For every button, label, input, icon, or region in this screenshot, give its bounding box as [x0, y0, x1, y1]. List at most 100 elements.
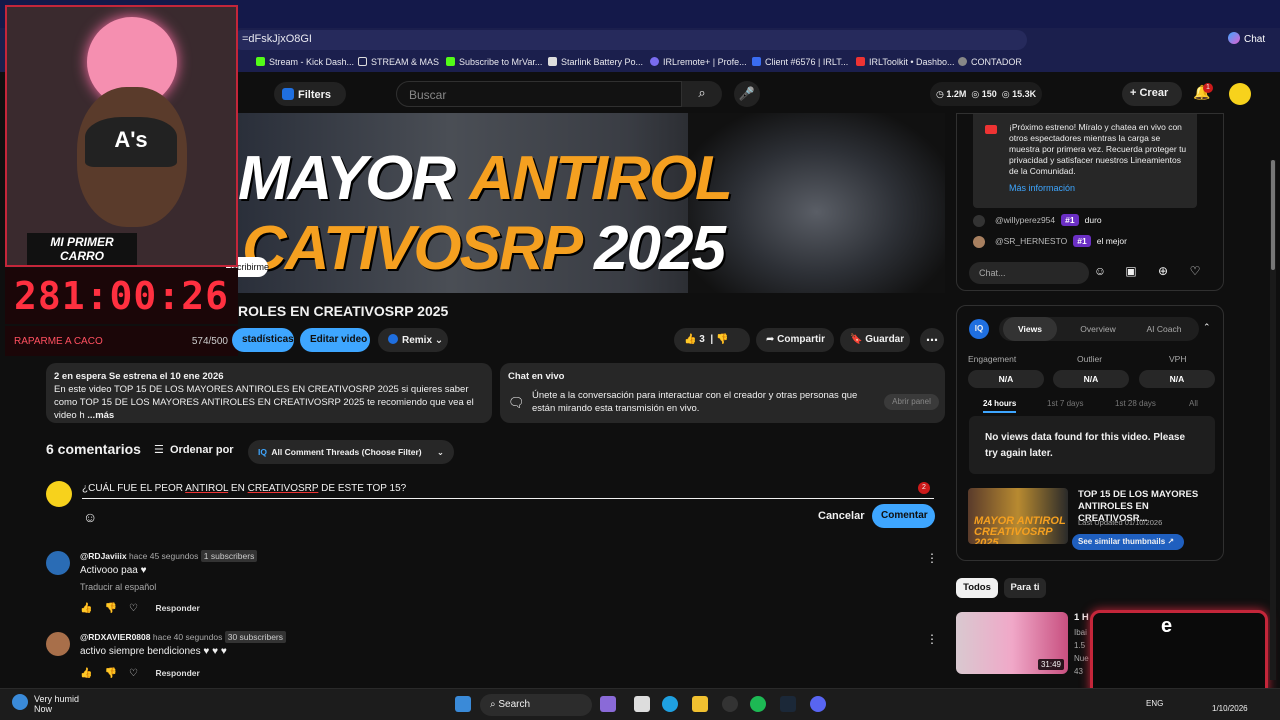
chat-input[interactable]: Chat...: [969, 262, 1089, 284]
chat-bubble-icon: 🗨: [508, 395, 525, 410]
bookmark-item[interactable]: Subscribe to MrVar...: [446, 57, 542, 67]
range-all[interactable]: All: [1189, 399, 1198, 408]
thumbs-down-icon[interactable]: 👎: [104, 668, 116, 679]
bookmark-item[interactable]: CONTADOR: [958, 57, 1022, 67]
thumbs-up-icon[interactable]: 👍: [80, 668, 92, 679]
range-7d[interactable]: 1st 7 days: [1047, 399, 1083, 408]
sort-icon: ☰: [154, 444, 164, 456]
subscriber-badge: 1 subscribers: [200, 550, 258, 562]
bookmark-icon: [446, 57, 455, 66]
filters-button[interactable]: Filters: [274, 82, 346, 106]
translate-link[interactable]: Traducir al español: [80, 582, 156, 592]
share-button[interactable]: ➦ Compartir: [756, 328, 834, 352]
comment-button[interactable]: Comentar: [872, 504, 935, 528]
folder-icon[interactable]: [692, 696, 708, 712]
more-link[interactable]: ...más: [87, 410, 114, 421]
avatar[interactable]: [46, 551, 70, 575]
tab-overview[interactable]: Overview: [1069, 317, 1127, 341]
browser-chat-button[interactable]: Chat: [1228, 32, 1265, 45]
metric-vph: VPH N/A: [1139, 354, 1215, 388]
task-view-icon[interactable]: [634, 696, 650, 712]
comment-author[interactable]: @RDJaviiix: [80, 551, 127, 561]
comment-author[interactable]: @RDXAVIER0808: [80, 632, 151, 642]
bookmark-item[interactable]: Stream - Kick Dash...: [256, 57, 354, 67]
address-bar[interactable]: =dFskJjxO8GI: [232, 30, 1027, 50]
comment-text: Activooo paa ♥: [80, 565, 147, 576]
chip-para-ti[interactable]: Para ti: [1004, 578, 1046, 598]
recommended-title[interactable]: 1 H: [1074, 612, 1089, 623]
like-dislike-group[interactable]: 👍 3 | 👎: [674, 328, 750, 352]
bookmark-item[interactable]: Starlink Battery Po...: [548, 57, 643, 67]
more-icon: ⋯: [926, 333, 938, 347]
range-24h[interactable]: 24 hours: [983, 399, 1017, 413]
bookmark-icon: [958, 57, 967, 66]
heart-icon[interactable]: ♡: [129, 668, 138, 679]
heart-icon[interactable]: ♡: [1186, 264, 1204, 282]
tab-ai-coach[interactable]: AI Coach: [1135, 317, 1193, 341]
bookmark-item[interactable]: IRLToolkit • Dashbo...: [856, 57, 955, 67]
metric-engagement: Engagement N/A: [968, 354, 1044, 388]
recommended-thumbnail[interactable]: 31:49: [956, 612, 1068, 674]
system-tray[interactable]: ENG: [1146, 699, 1163, 708]
description-box[interactable]: 2 en espera Se estrena el 10 ene 2026 En…: [46, 363, 492, 423]
reply-button[interactable]: Responder: [155, 668, 199, 678]
more-actions-button[interactable]: ⋯: [920, 328, 944, 352]
thumbs-up-icon[interactable]: 👍: [80, 603, 92, 614]
comment-filter-select[interactable]: IQ All Comment Threads (Choose Filter) ⌄: [248, 440, 454, 464]
bookmark-item[interactable]: Client #6576 | IRLT...: [752, 57, 848, 67]
more-info-link[interactable]: Más información: [1009, 183, 1189, 194]
add-icon[interactable]: ⊕: [1154, 264, 1172, 282]
range-28d[interactable]: 1st 28 days: [1115, 399, 1156, 408]
share-icon: ➦: [766, 334, 775, 345]
thumbs-down-icon[interactable]: 👎: [104, 603, 116, 614]
thumbs-down-icon: 👎: [715, 334, 729, 345]
save-button[interactable]: 🔖 Guardar: [840, 328, 910, 352]
edge-icon[interactable]: [662, 696, 678, 712]
video-thumbnail[interactable]: MAYOR ANTIROL CATIVOSRP 2025: [238, 113, 945, 293]
open-panel-button[interactable]: Abrir panel: [884, 394, 939, 410]
emoji-icon[interactable]: ☺: [1091, 264, 1109, 282]
scrollbar-thumb[interactable]: [1271, 160, 1275, 270]
windows-start-icon[interactable]: [455, 696, 471, 712]
steam-icon[interactable]: [780, 696, 796, 712]
live-chat-text: Únete a la conversación para interactuar…: [532, 390, 858, 414]
chevron-up-icon[interactable]: ⌃: [1203, 322, 1211, 333]
comment-input[interactable]: ¿CUÁL FUE EL PEOR ANTIROL EN CREATIVOSRP…: [82, 483, 934, 499]
search-input[interactable]: Buscar: [396, 81, 682, 107]
spotify-icon[interactable]: [750, 696, 766, 712]
chevron-down-icon: ⌄: [436, 447, 444, 457]
emoji-icon[interactable]: ☺: [83, 509, 99, 525]
weather-widget[interactable]: Very humid Now: [12, 694, 79, 714]
similar-thumbnails-button[interactable]: See similar thumbnails ↗: [1072, 534, 1184, 550]
clock[interactable]: 1/10/2026: [1212, 704, 1248, 713]
vidiq-panel: IQ Views Overview AI Coach ⌃ Engagement N…: [956, 305, 1224, 561]
cancel-button[interactable]: Cancelar: [808, 504, 868, 528]
stats-button[interactable]: stadísticas: [232, 328, 294, 352]
create-button[interactable]: + Crear: [1122, 82, 1182, 106]
avatar[interactable]: [1229, 83, 1251, 105]
bookmark-item[interactable]: IRLremote+ | Profe...: [650, 57, 747, 67]
reply-button[interactable]: Responder: [155, 603, 199, 613]
more-icon[interactable]: ⋮: [926, 632, 938, 646]
iq-logo: IQ: [969, 319, 989, 339]
search-button[interactable]: ⌕: [682, 81, 722, 107]
edit-video-button[interactable]: Editar video: [300, 328, 370, 352]
video-title: ROLES EN CREATIVOSRP 2025: [238, 303, 449, 319]
chip-todos[interactable]: Todos: [956, 578, 998, 598]
heart-icon[interactable]: ♡: [129, 603, 138, 614]
more-icon[interactable]: ⋮: [926, 551, 938, 565]
obs-icon[interactable]: [722, 696, 738, 712]
sort-button[interactable]: ☰ Ordenar por: [154, 443, 234, 456]
taskbar-search[interactable]: ⌕ Search: [480, 694, 592, 716]
super-chat-icon[interactable]: ▣: [1122, 264, 1140, 282]
remix-button[interactable]: Remix ⌄: [378, 328, 448, 352]
voice-search-button[interactable]: 🎤: [734, 81, 760, 107]
tab-views[interactable]: Views: [1003, 317, 1057, 341]
premiere-notice: ¡Próximo estreno! Míralo y chatea en viv…: [973, 114, 1197, 208]
bookmark-item[interactable]: STREAM & MAS: [358, 57, 439, 67]
discord-icon[interactable]: [810, 696, 826, 712]
app-icon[interactable]: [600, 696, 616, 712]
thumbs-up-icon: 👍: [684, 334, 697, 345]
avatar[interactable]: [46, 632, 70, 656]
iq-icon: [388, 334, 398, 344]
